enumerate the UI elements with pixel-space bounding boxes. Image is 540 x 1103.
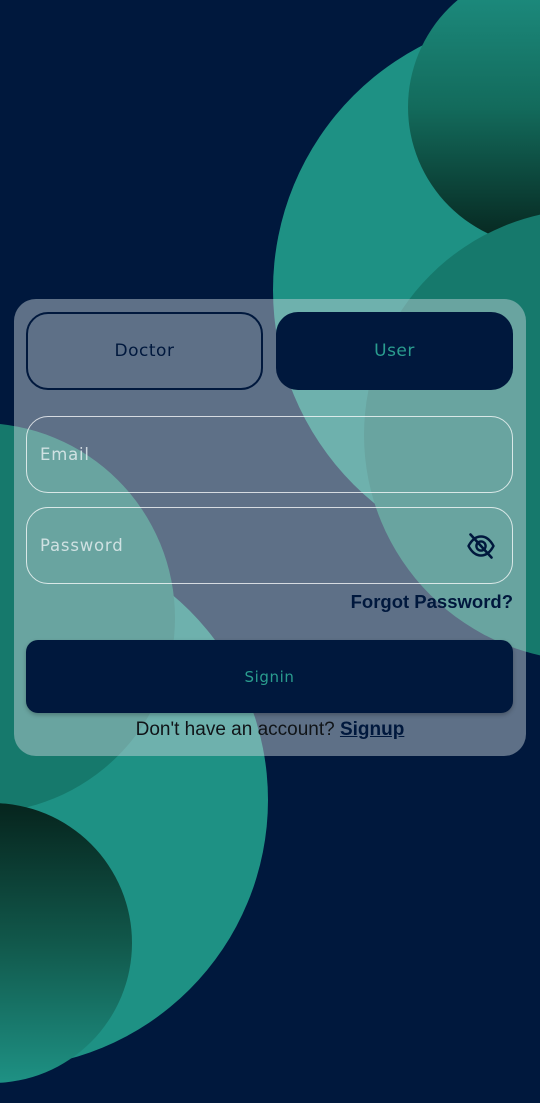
signup-link[interactable]: Signup xyxy=(340,719,404,740)
email-field xyxy=(26,416,513,493)
signin-label: Signin xyxy=(244,667,295,686)
doctor-role-label: Doctor xyxy=(114,341,175,361)
password-field xyxy=(26,507,513,584)
email-input[interactable] xyxy=(40,417,460,491)
user-role-label: User xyxy=(374,341,415,361)
doctor-role-button[interactable]: Doctor xyxy=(26,312,263,390)
signup-prompt: Don't have an account? Signup xyxy=(0,719,540,741)
eye-off-icon[interactable] xyxy=(466,532,496,560)
password-input[interactable] xyxy=(40,508,460,582)
signin-button[interactable]: Signin xyxy=(26,640,513,713)
user-role-button[interactable]: User xyxy=(276,312,513,390)
forgot-password-link[interactable]: Forgot Password? xyxy=(351,591,513,613)
signup-prompt-text: Don't have an account? xyxy=(135,719,340,740)
